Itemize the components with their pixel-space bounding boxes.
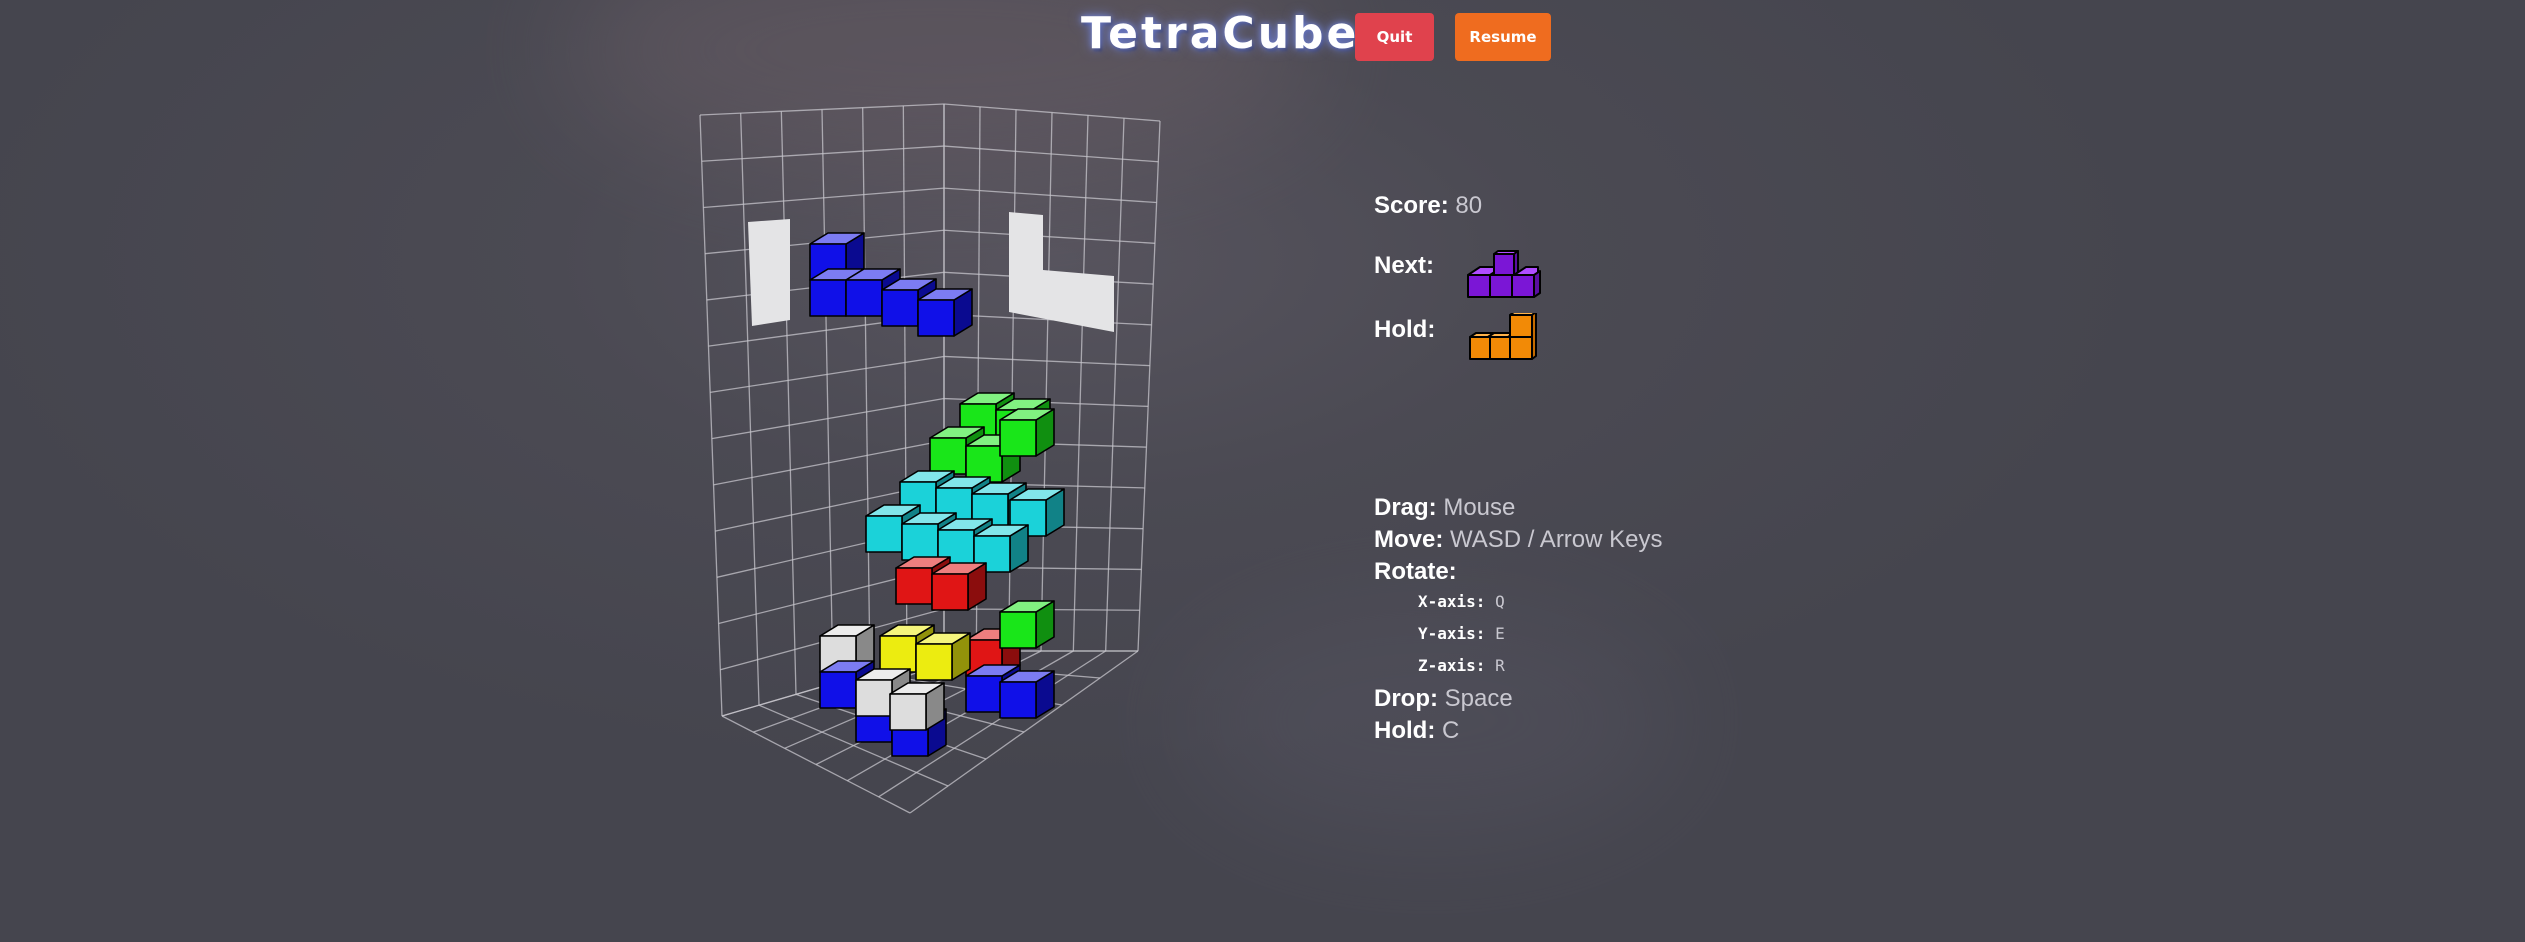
next-label: Next: — [1374, 252, 1435, 279]
hold-row: Hold: — [1374, 316, 1435, 344]
drag-value: Mouse — [1443, 494, 1516, 521]
cube — [931, 562, 987, 611]
drop-row: Drop: Space — [1374, 685, 1513, 713]
ghost-left — [748, 219, 790, 326]
drop-value: Space — [1444, 685, 1513, 712]
game-title: TetraCube — [1081, 8, 1360, 59]
grid-line — [1137, 120, 1161, 652]
drag-row: Drag: Mouse — [1374, 494, 1515, 522]
grid-line — [1040, 112, 1053, 652]
info-panel: Score: 80 Next: Hold: Drag: Mouse Move: … — [1374, 185, 1834, 765]
hold-piece-preview — [1469, 313, 1537, 360]
x-axis-value: Q — [1495, 592, 1505, 611]
cube — [915, 632, 971, 681]
x-axis-label: X-axis: — [1418, 592, 1486, 611]
y-axis-label: Y-axis: — [1418, 624, 1486, 643]
grid-line — [740, 113, 760, 706]
score-row: Score: 80 — [1374, 192, 1482, 220]
move-row: Move: WASD / Arrow Keys — [1374, 526, 1663, 554]
hold-key-label: Hold: — [1374, 717, 1436, 744]
grid-line — [699, 114, 723, 717]
game-board-3d[interactable] — [690, 95, 1190, 830]
grid-line — [862, 107, 871, 673]
cube — [999, 408, 1055, 457]
cube — [999, 670, 1055, 719]
score-value: 80 — [1455, 192, 1483, 219]
grid-line — [1072, 115, 1089, 652]
y-axis-value: E — [1495, 624, 1505, 643]
quit-button[interactable]: Quit — [1355, 13, 1434, 61]
grid-line — [1105, 118, 1125, 652]
score-label: Score: — [1374, 192, 1449, 219]
z-axis-label: Z-axis: — [1418, 656, 1486, 675]
move-value: WASD / Arrow Keys — [1450, 526, 1663, 553]
resume-button[interactable]: Resume — [1455, 13, 1551, 61]
ghost-right — [1009, 212, 1114, 332]
drag-label: Drag: — [1374, 494, 1437, 521]
rotate-label: Rotate: — [1374, 558, 1457, 585]
cube — [917, 288, 973, 337]
next-row: Next: — [1374, 252, 1434, 280]
hold-key-row: Hold: C — [1374, 717, 1459, 745]
y-axis-row: Y-axis: E — [1418, 624, 1505, 643]
x-axis-row: X-axis: Q — [1418, 592, 1505, 611]
next-piece-preview — [1467, 250, 1541, 298]
drop-label: Drop: — [1374, 685, 1438, 712]
rotate-row: Rotate: — [1374, 558, 1457, 586]
hold-label: Hold: — [1374, 316, 1436, 343]
move-label: Move: — [1374, 526, 1444, 553]
z-axis-value: R — [1495, 656, 1505, 675]
top-bar: TetraCube Quit Resume — [0, 0, 2525, 80]
z-axis-row: Z-axis: R — [1418, 656, 1505, 675]
cube — [999, 600, 1055, 649]
cube — [889, 682, 945, 731]
hold-key-value: C — [1441, 717, 1460, 744]
